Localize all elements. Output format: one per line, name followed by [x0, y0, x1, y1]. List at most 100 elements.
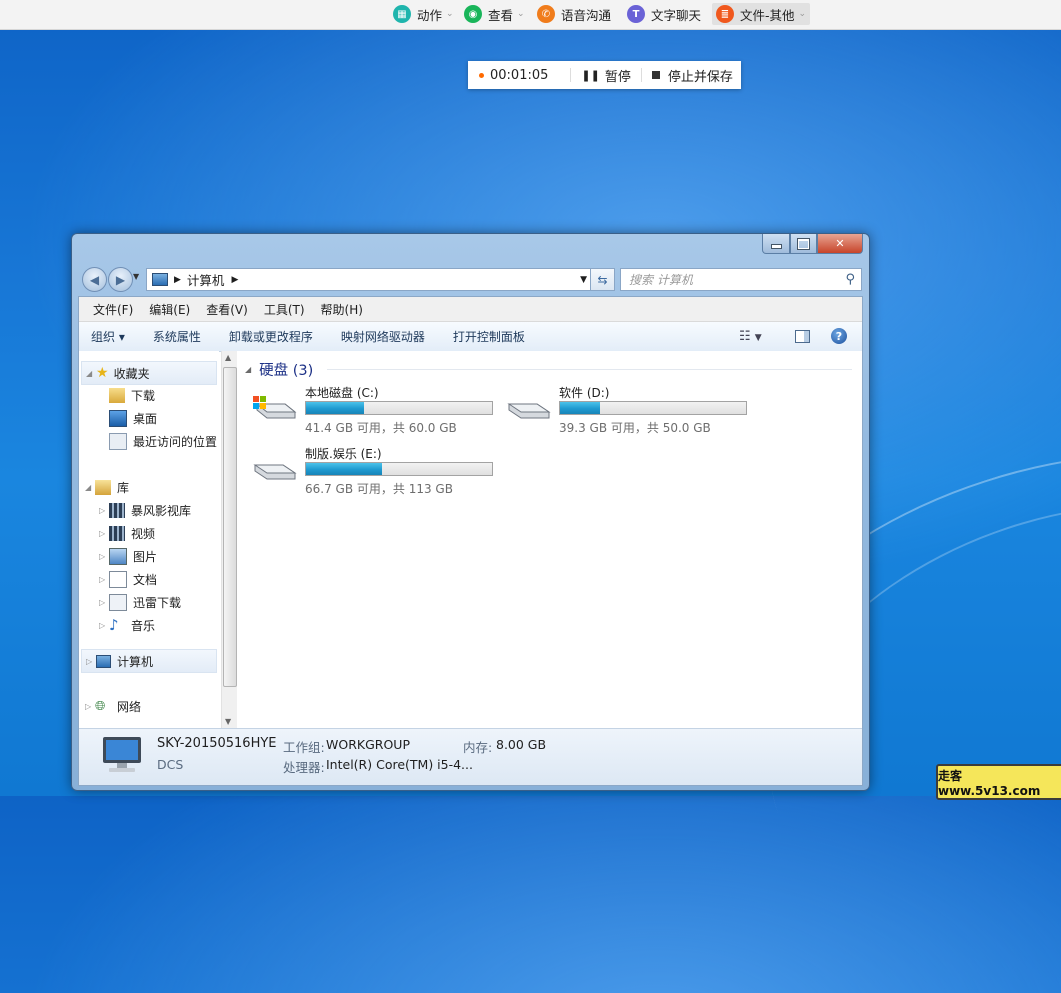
menu-edit[interactable]: 编辑(E): [141, 301, 198, 318]
menu-view[interactable]: 查看(V): [198, 301, 256, 318]
drive-c-usage-fill: [306, 402, 364, 414]
nav-scrollbar[interactable]: ▲ ▼: [221, 351, 237, 728]
windows-drive-icon: [253, 396, 297, 419]
nav-library-music-label: 音乐: [131, 618, 156, 633]
history-dropdown-icon[interactable]: ▼: [133, 272, 139, 281]
scroll-up-icon[interactable]: ▲: [225, 353, 231, 362]
organize-button[interactable]: 组织 ▾: [79, 328, 139, 345]
toolbar-file-other[interactable]: ≣ 文件-其他 ⌄: [712, 3, 811, 25]
nav-libraries[interactable]: ◢ 库: [85, 476, 129, 498]
drive-d-name: 软件 (D:): [559, 386, 610, 400]
uninstall-program-button[interactable]: 卸载或更改程序: [215, 328, 327, 345]
group-divider: [327, 369, 852, 370]
breadcrumb-separator-icon: ▶: [174, 274, 181, 285]
nav-library-videos-label: 视频: [131, 526, 156, 541]
view-options-icon[interactable]: ☷ ▼: [739, 329, 762, 344]
search-input[interactable]: 搜索 计算机 ⚲: [620, 268, 862, 291]
preview-pane-icon[interactable]: [795, 330, 810, 343]
refresh-button[interactable]: ⇆: [590, 268, 615, 291]
expand-arrow-icon[interactable]: ▷: [99, 529, 109, 538]
drive-e-name: 制版.娱乐 (E:): [305, 447, 382, 461]
nav-library-music[interactable]: ▷ ♪ 音乐: [99, 614, 155, 636]
forward-button[interactable]: ▶: [108, 267, 133, 292]
minimize-icon: [770, 244, 782, 249]
collapse-arrow-icon[interactable]: ◢: [86, 369, 96, 378]
nav-recent-places[interactable]: 最近访问的位置: [109, 430, 217, 452]
back-button[interactable]: ◀: [82, 267, 107, 292]
nav-library-pictures-label: 图片: [133, 549, 158, 564]
workgroup-value: WORKGROUP: [326, 737, 410, 752]
toolbar-view[interactable]: ◉ 查看 ⌄: [460, 3, 529, 25]
nav-favorites-label: 收藏夹: [113, 366, 150, 381]
star-icon: ★: [96, 365, 109, 381]
collapse-arrow-icon[interactable]: ◢: [245, 365, 251, 374]
memory-value: 8.00 GB: [496, 737, 547, 752]
group-header[interactable]: ◢ 硬盘 (3): [245, 359, 313, 380]
expand-arrow-icon[interactable]: ▷: [99, 621, 109, 630]
recording-bar: 00:01:05 ❚❚ 暂停 停止并保存: [468, 61, 741, 89]
toolbar-text-chat[interactable]: T 文字聊天: [623, 3, 705, 25]
file-icon: ≣: [716, 5, 734, 23]
action-icon: ▦: [393, 5, 411, 23]
nav-desktop-label: 桌面: [133, 411, 158, 426]
address-bar[interactable]: ▶ 计算机 ▶ ▼: [146, 268, 614, 291]
expand-arrow-icon[interactable]: ▷: [85, 702, 95, 711]
remote-toolbar: ▦ 动作 ⌄ ◉ 查看 ⌄ ✆ 语音沟通 T 文字聊天 ≣ 文件-其他 ⌄: [0, 0, 1061, 30]
menu-tools[interactable]: 工具(T): [256, 301, 313, 318]
nav-recent-places-label: 最近访问的位置: [133, 434, 218, 449]
drive-d-usage-fill: [560, 402, 600, 414]
nav-library-documents-label: 文档: [133, 572, 158, 587]
menu-help[interactable]: 帮助(H): [313, 301, 371, 318]
open-control-panel-button[interactable]: 打开控制面板: [439, 328, 539, 345]
nav-library-pictures[interactable]: ▷ 图片: [99, 545, 157, 567]
stop-icon: [651, 71, 660, 79]
toolbar-voice[interactable]: ✆ 语音沟通: [533, 3, 615, 25]
nav-computer[interactable]: ▷ 计算机: [81, 649, 217, 673]
system-properties-button[interactable]: 系统属性: [139, 328, 215, 345]
nav-library-videos[interactable]: ▷ 视频: [99, 522, 155, 544]
nav-library-baofeng[interactable]: ▷ 暴风影视库: [99, 499, 191, 521]
expand-arrow-icon[interactable]: ▷: [86, 657, 96, 666]
nav-downloads[interactable]: 下载: [109, 384, 155, 406]
hard-drive-icon: [253, 464, 297, 480]
search-icon[interactable]: ⚲: [845, 272, 855, 287]
expand-arrow-icon[interactable]: ▷: [99, 552, 109, 561]
breadcrumb-computer[interactable]: 计算机: [187, 270, 225, 289]
nav-library-xunlei[interactable]: ▷ 迅雷下载: [99, 591, 181, 613]
maximize-button[interactable]: [790, 234, 817, 254]
nav-library-documents[interactable]: ▷ 文档: [99, 568, 157, 590]
memory-label: 内存:: [463, 740, 493, 755]
expand-arrow-icon[interactable]: ▷: [99, 575, 109, 584]
drive-d-free-space: 39.3 GB 可用，共 50.0 GB: [559, 421, 711, 435]
stop-save-button[interactable]: 停止并保存: [651, 66, 733, 85]
recording-time: 00:01:05: [490, 67, 549, 83]
scroll-thumb[interactable]: [223, 367, 237, 687]
help-icon[interactable]: ?: [831, 328, 847, 344]
pause-button[interactable]: ❚❚ 暂停: [581, 66, 630, 85]
site-watermark-logo: 走客 www.5v13.com: [936, 764, 1061, 800]
video-library-icon: [109, 502, 125, 518]
drive-c[interactable]: 本地磁盘 (C:) 41.4 GB 可用，共 60.0 GB: [251, 384, 501, 435]
drive-d[interactable]: 软件 (D:) 39.3 GB 可用，共 50.0 GB: [505, 384, 755, 435]
watermark-text: 走客 www.5v13.com: [938, 768, 1041, 798]
nav-favorites[interactable]: ◢ ★ 收藏夹: [81, 361, 217, 385]
pause-icon: ❚❚: [581, 68, 600, 82]
address-dropdown-icon[interactable]: ▼: [580, 275, 587, 285]
expand-arrow-icon[interactable]: ▷: [99, 506, 109, 515]
map-network-drive-button[interactable]: 映射网络驱动器: [327, 328, 439, 345]
document-icon: [109, 570, 127, 588]
scroll-down-icon[interactable]: ▼: [225, 717, 231, 726]
minimize-button[interactable]: [762, 234, 790, 254]
eye-icon: ◉: [464, 5, 482, 23]
toolbar-action[interactable]: ▦ 动作 ⌄: [389, 3, 458, 25]
close-button[interactable]: ✕: [817, 234, 863, 254]
drive-c-name: 本地磁盘 (C:): [305, 386, 379, 400]
drive-e[interactable]: 制版.娱乐 (E:) 66.7 GB 可用，共 113 GB: [251, 445, 501, 496]
group-title: 硬盘 (3): [259, 363, 314, 379]
expand-arrow-icon[interactable]: ▷: [99, 598, 109, 607]
collapse-arrow-icon[interactable]: ◢: [85, 483, 95, 492]
nav-network[interactable]: ▷ 🌐︎ 网络: [85, 695, 141, 717]
recording-dot-icon: [479, 72, 484, 78]
nav-desktop[interactable]: 桌面: [109, 407, 157, 429]
menu-file[interactable]: 文件(F): [85, 301, 141, 318]
